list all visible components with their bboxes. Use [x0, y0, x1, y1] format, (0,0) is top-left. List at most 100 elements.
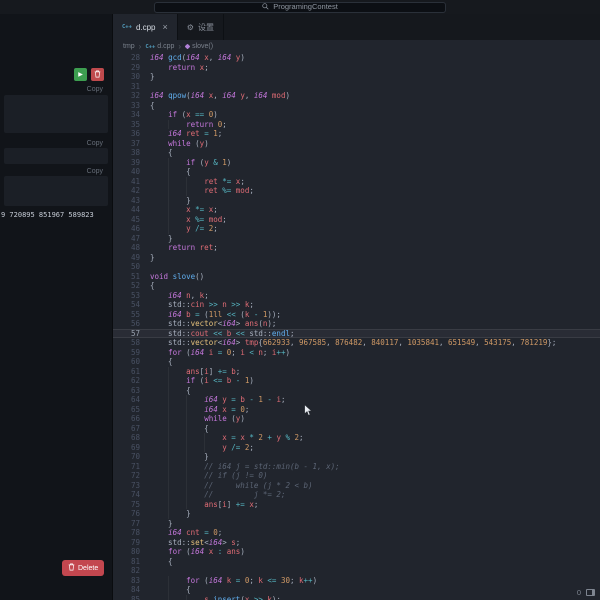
code-line[interactable]: 54 std::cin >> n >> k;: [113, 300, 600, 310]
code-text: y /= 2;: [186, 224, 218, 233]
code-line[interactable]: 73 // while (j * 2 < b): [113, 480, 600, 490]
code-line[interactable]: 81 {: [113, 557, 600, 567]
code-line[interactable]: 58 std::vector<i64> tmp{662933, 967585, …: [113, 338, 600, 348]
code-line[interactable]: 39 if (y & 1): [113, 157, 600, 167]
code-line[interactable]: 64 i64 y = b - 1 - i;: [113, 395, 600, 405]
code-line[interactable]: 53 i64 n, k;: [113, 291, 600, 301]
tab-dcpp[interactable]: C++ d.cpp ×: [113, 14, 178, 40]
breadcrumb-item-symbol[interactable]: slove(): [184, 43, 213, 50]
code-text: {: [150, 423, 209, 433]
code-line[interactable]: 32 i64 qpow(i64 x, i64 y, i64 mod): [113, 91, 600, 101]
code-line[interactable]: 62 if (i <= b - 1): [113, 376, 600, 386]
code-line[interactable]: 66 while (y): [113, 414, 600, 424]
code-line[interactable]: 70 }: [113, 452, 600, 462]
code-line[interactable]: 29 return x;: [113, 63, 600, 73]
code-line[interactable]: 71 // i64 j = std::min(b - 1, x);: [113, 461, 600, 471]
code-line[interactable]: 47 }: [113, 234, 600, 244]
code-line[interactable]: 44 x *= x;: [113, 205, 600, 215]
copy-input-button[interactable]: Copy: [87, 86, 103, 93]
code-line[interactable]: 41 ret *= x;: [113, 176, 600, 186]
code-line[interactable]: 59 for (i64 i = 0; i < n; i++): [113, 348, 600, 358]
testcase-panel: ▶ Copy Copy Copy 9 720895 851967 589823 …: [0, 14, 113, 600]
code-line[interactable]: 49}: [113, 253, 600, 263]
code-line[interactable]: 34 if (x == 0): [113, 110, 600, 120]
line-number: 62: [130, 376, 140, 385]
copy-received-button[interactable]: Copy: [87, 168, 103, 175]
testcase-expected-box[interactable]: [4, 148, 108, 164]
line-number: 78: [130, 528, 140, 537]
code-line[interactable]: 68 x = x * 2 + y % 2;: [113, 433, 600, 443]
code-line[interactable]: 72 // if (j != 0): [113, 471, 600, 481]
breadcrumb-file-label: d.cpp: [157, 43, 175, 50]
breadcrumb-item-file[interactable]: C++ d.cpp: [145, 43, 174, 50]
code-text: {: [150, 281, 155, 290]
code-line[interactable]: 33 {: [113, 101, 600, 111]
testcase-input-box[interactable]: [4, 95, 108, 133]
code-line[interactable]: 63 {: [113, 385, 600, 395]
code-text: std::set<i64> s;: [150, 537, 241, 547]
code-line[interactable]: 42 ret %= mod;: [113, 186, 600, 196]
code-line[interactable]: 74 // j *= 2;: [113, 490, 600, 500]
delete-testcase-button[interactable]: [91, 68, 104, 81]
delete-button[interactable]: Delete: [62, 560, 105, 576]
code-line[interactable]: 84 {: [113, 585, 600, 595]
code-line[interactable]: 31: [113, 82, 600, 92]
code-text: {: [150, 357, 173, 366]
code-line[interactable]: 28 i64 gcd(i64 x, i64 y): [113, 53, 600, 63]
code-line[interactable]: 37 while (y): [113, 139, 600, 149]
panel-icon[interactable]: [586, 589, 595, 596]
code-line[interactable]: 78 i64 cnt = 0;: [113, 528, 600, 538]
line-number: 63: [130, 385, 140, 395]
breadcrumb-tmp-label: tmp: [123, 43, 135, 50]
chevron-right-icon: ›: [178, 42, 182, 51]
tab-settings[interactable]: ⚙ 设置: [178, 14, 224, 40]
code-line[interactable]: 45 x %= mod;: [113, 214, 600, 224]
code-line[interactable]: 83 for (i64 k = 0; k <= 30; k++): [113, 575, 600, 585]
code-line[interactable]: 80 for (i64 x : ans): [113, 547, 600, 557]
code-line[interactable]: 69 y /= 2;: [113, 442, 600, 452]
code-line[interactable]: 85 s.insert(x >> k);: [113, 594, 600, 600]
breadcrumb-item-tmp[interactable]: tmp: [123, 43, 135, 50]
cpp-file-icon: C++: [145, 43, 156, 50]
line-number: 46: [130, 224, 140, 233]
line-number: 48: [130, 243, 140, 252]
search-box[interactable]: ProgramingContest: [154, 1, 446, 13]
line-number: 57: [130, 328, 140, 338]
code-line[interactable]: 56 std::vector<i64> ans(n);: [113, 319, 600, 329]
code-line[interactable]: 61 ans[i] += b;: [113, 366, 600, 376]
code-line[interactable]: 40 {: [113, 167, 600, 177]
code-line[interactable]: 57 std::cout << b << std::endl;: [113, 328, 600, 338]
code-line[interactable]: 79 std::set<i64> s;: [113, 538, 600, 548]
line-number: 64: [130, 395, 140, 404]
line-number: 74: [130, 490, 140, 499]
code-line[interactable]: 76 }: [113, 509, 600, 519]
code-line[interactable]: 77 }: [113, 519, 600, 529]
code-text: for (i64 x : ans): [168, 547, 245, 556]
code-line[interactable]: 52 {: [113, 281, 600, 291]
code-line[interactable]: 60 {: [113, 357, 600, 367]
testcase-received-box[interactable]: [4, 176, 108, 206]
code-line[interactable]: 35 return 0;: [113, 119, 600, 129]
run-testcase-button[interactable]: ▶: [74, 68, 87, 81]
code-line[interactable]: 65 i64 x = 0;: [113, 404, 600, 414]
code-line[interactable]: 82: [113, 566, 600, 576]
close-tab-icon[interactable]: ×: [163, 22, 168, 32]
code-line[interactable]: 50: [113, 262, 600, 272]
code-editor[interactable]: 28 i64 gcd(i64 x, i64 y) 29 return x; 30} 31…: [113, 53, 600, 600]
code-line[interactable]: 36 i64 ret = 1;: [113, 129, 600, 139]
code-text: }: [150, 509, 191, 518]
code-line[interactable]: 67 {: [113, 423, 600, 433]
code-line[interactable]: 48 return ret;: [113, 243, 600, 253]
copy-expected-button[interactable]: Copy: [87, 140, 103, 147]
delete-button-label: Delete: [78, 564, 99, 572]
code-line[interactable]: 43 }: [113, 195, 600, 205]
code-line[interactable]: 51 void slove(): [113, 272, 600, 282]
code-line[interactable]: 30}: [113, 72, 600, 82]
testcase-output-text: 9 720895 851967 589823: [1, 211, 94, 219]
code-line[interactable]: 75 ans[i] += x;: [113, 499, 600, 509]
code-line[interactable]: 46 y /= 2;: [113, 224, 600, 234]
code-text: }: [150, 195, 191, 205]
code-line[interactable]: 55 i64 b = (1ll << (k - 1));: [113, 310, 600, 320]
code-line[interactable]: 38 {: [113, 148, 600, 158]
problems-count[interactable]: 0: [577, 588, 581, 597]
